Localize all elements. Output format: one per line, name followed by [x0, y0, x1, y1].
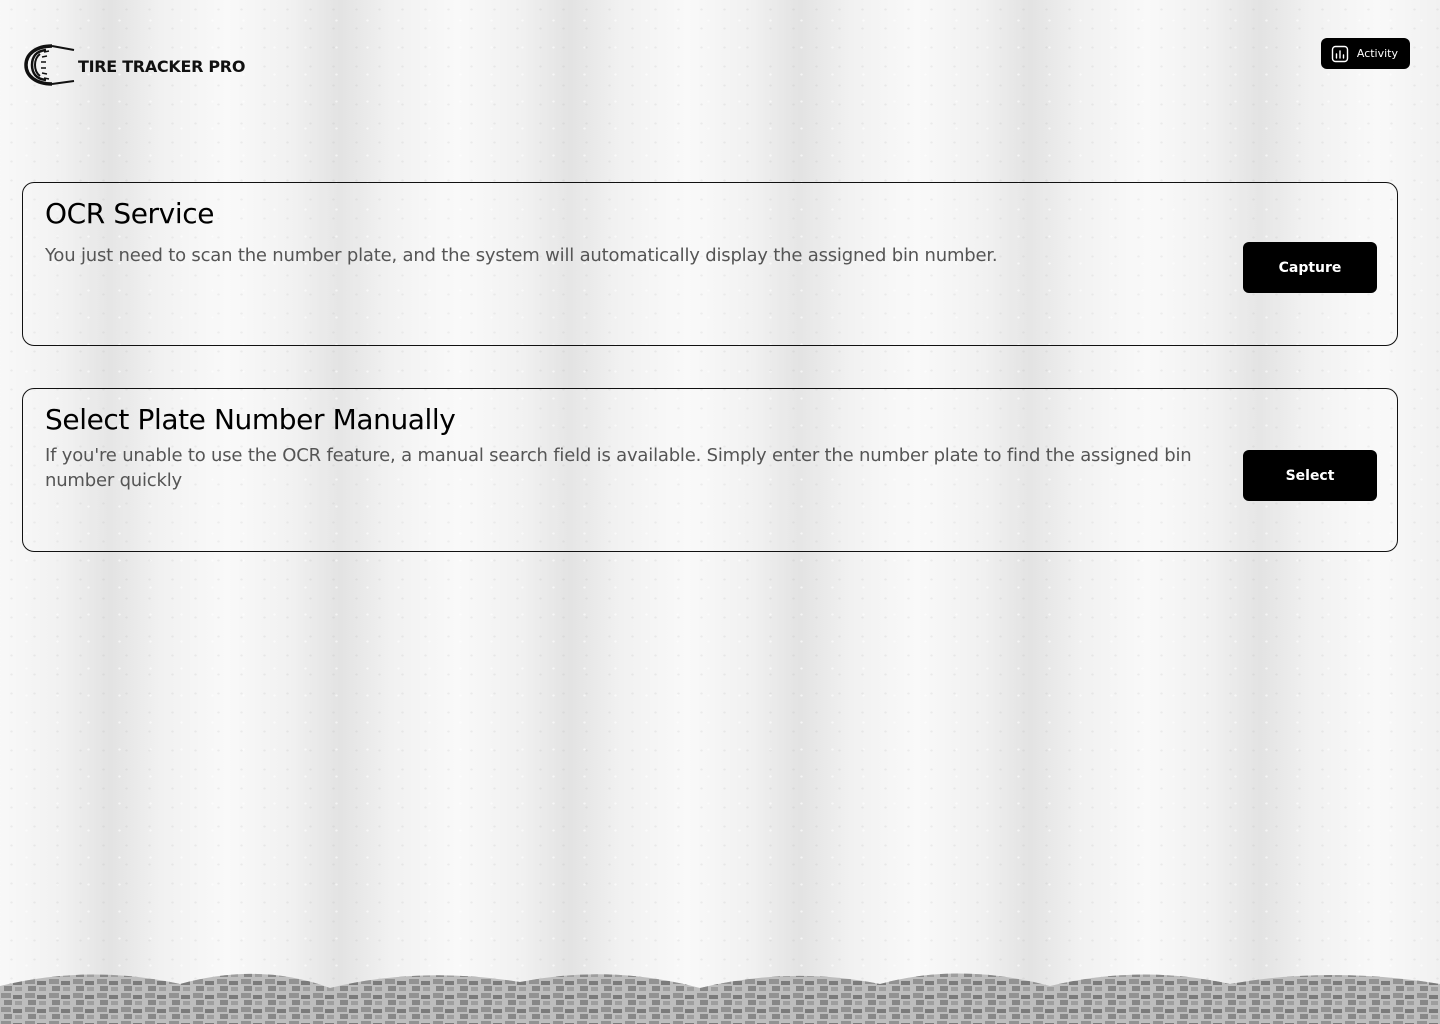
- ocr-service-card: OCR Service You just need to scan the nu…: [22, 182, 1398, 346]
- select-button[interactable]: Select: [1243, 450, 1377, 501]
- manual-card-description: If you're unable to use the OCR feature,…: [45, 445, 1192, 491]
- capture-button[interactable]: Capture: [1243, 242, 1377, 293]
- activity-chart-icon: [1331, 45, 1349, 62]
- ocr-card-title: OCR Service: [45, 197, 215, 230]
- tire-logo-icon: [24, 44, 75, 86]
- brand-name: TIRE TRACKER PRO: [78, 56, 246, 76]
- manual-select-card: Select Plate Number Manually If you're u…: [22, 388, 1398, 552]
- ocr-card-description: You just need to scan the number plate, …: [45, 245, 998, 266]
- tire-tread-decoration: [0, 973, 1440, 1024]
- activity-label: Activity: [1356, 47, 1398, 60]
- activity-button[interactable]: Activity: [1320, 38, 1410, 69]
- brand-logo[interactable]: TIRE TRACKER PRO: [22, 42, 245, 88]
- manual-card-title: Select Plate Number Manually: [45, 403, 456, 436]
